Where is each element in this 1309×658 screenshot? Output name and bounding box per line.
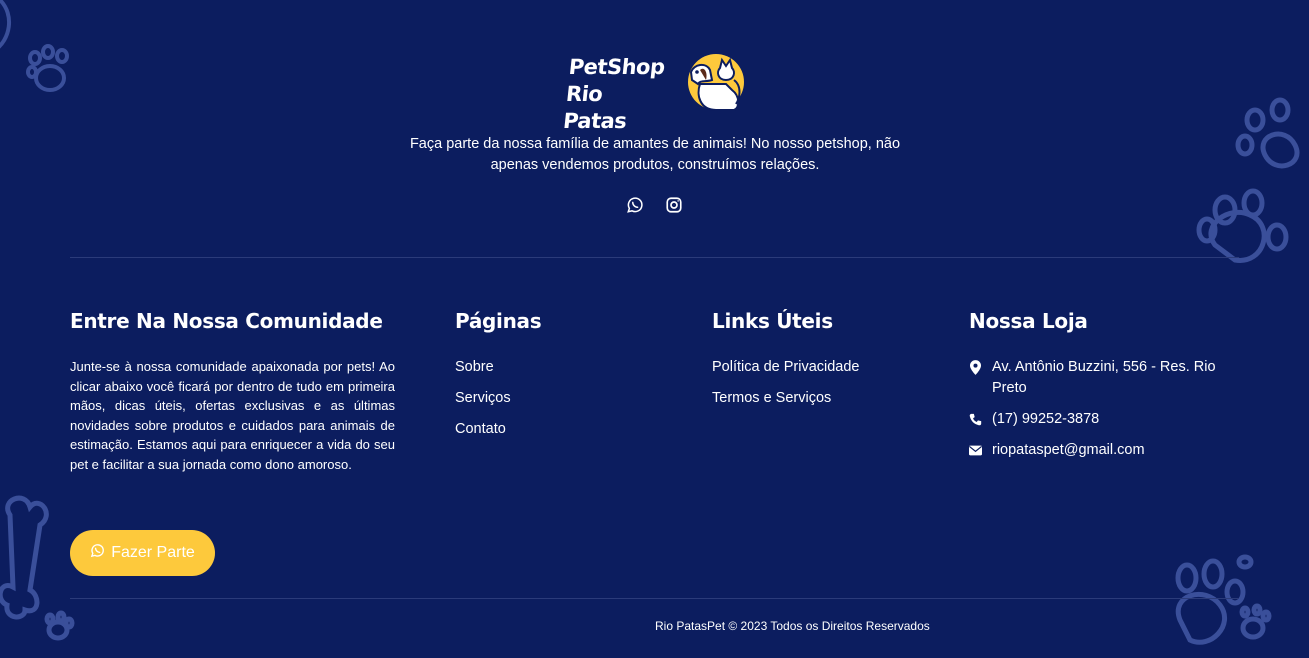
map-pin-icon <box>969 357 982 378</box>
store-phone[interactable]: (17) 99252-3878 <box>969 409 1229 430</box>
pages-section: Páginas Sobre Serviços Contato <box>455 307 542 450</box>
nav-link-servicos[interactable]: Serviços <box>455 388 541 408</box>
brand-logo[interactable]: PetShop Rio Patas <box>562 50 746 133</box>
community-section: Entre Na Nossa Comunidade Junte-se à nos… <box>70 307 395 475</box>
join-button[interactable]: Fazer Parte <box>70 530 215 576</box>
address-text: Av. Antônio Buzzini, 556 - Res. Rio Pret… <box>992 359 1216 396</box>
top-divider <box>70 257 1239 258</box>
copyright-text: Rio PatasPet © 2023 Todos os Direitos Re… <box>655 619 930 633</box>
phone-text: (17) 99252-3878 <box>992 411 1100 427</box>
useful-links-section: Links Úteis Política de Privacidade Term… <box>712 307 860 419</box>
store-section: Nossa Loja Av. Antônio Buzzini, 556 - Re… <box>969 307 1229 471</box>
envelope-icon <box>969 440 982 461</box>
dog-cat-logo-icon <box>686 50 744 119</box>
store-email[interactable]: riopataspet@gmail.com <box>969 440 1229 461</box>
privacy-policy-link[interactable]: Política de Privacidade <box>712 357 860 377</box>
paw-decoration-bottom-right <box>1165 550 1309 658</box>
paw-decoration-top-left <box>0 0 80 100</box>
store-heading: Nossa Loja <box>969 309 1088 333</box>
community-text: Junte-se à nossa comunidade apaixonada p… <box>70 359 395 472</box>
whatsapp-icon <box>90 543 105 563</box>
social-links <box>626 196 683 214</box>
store-address: Av. Antônio Buzzini, 556 - Res. Rio Pret… <box>969 357 1229 399</box>
nav-link-contato[interactable]: Contato <box>455 419 541 439</box>
community-heading: Entre Na Nossa Comunidade <box>70 309 383 333</box>
useful-links-heading: Links Úteis <box>712 309 833 333</box>
phone-icon <box>969 409 982 430</box>
email-text: riopataspet@gmail.com <box>992 442 1145 458</box>
logo-wordmark: PetShop Rio Patas <box>561 55 666 133</box>
pages-heading: Páginas <box>455 309 542 333</box>
instagram-icon[interactable] <box>665 196 683 214</box>
bottom-divider <box>70 598 1239 599</box>
nav-link-sobre[interactable]: Sobre <box>455 357 541 377</box>
join-button-label: Fazer Parte <box>111 544 195 561</box>
tagline: Faça parte da nossa família de amantes d… <box>409 136 901 173</box>
whatsapp-icon[interactable] <box>626 196 644 214</box>
terms-link[interactable]: Termos e Serviços <box>712 388 860 408</box>
bone-decoration-left <box>0 495 85 658</box>
